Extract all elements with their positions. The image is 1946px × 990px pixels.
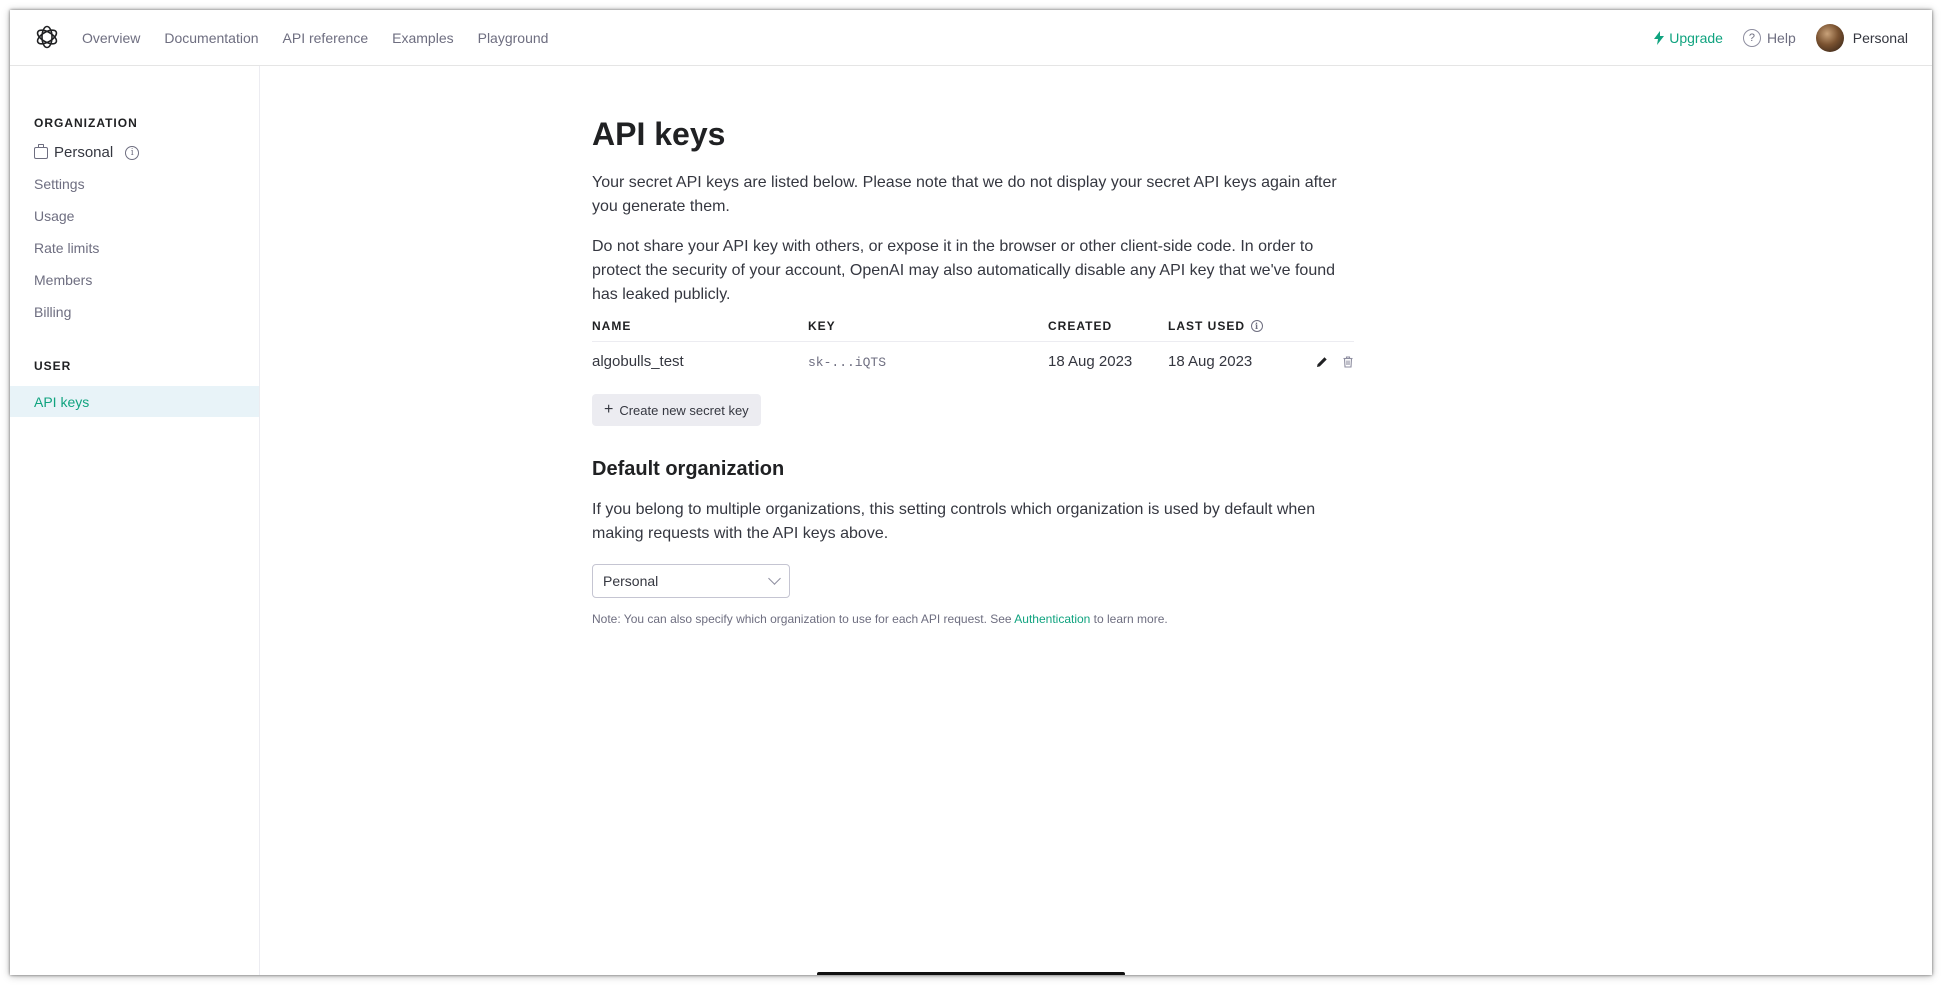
plus-icon: + (604, 401, 614, 418)
sidebar-item-usage[interactable]: Usage (34, 208, 74, 224)
table-divider (592, 341, 1354, 342)
scroll-indicator (817, 972, 1125, 975)
org-name-label: Personal (54, 144, 114, 161)
intro-paragraph-1: Your secret API keys are listed below. P… (592, 174, 1337, 215)
default-org-title: Default organization (592, 458, 785, 480)
note-suffix: to learn more. (1090, 612, 1168, 626)
nav-api-reference[interactable]: API reference (283, 30, 369, 46)
nav-examples[interactable]: Examples (392, 30, 453, 46)
info-icon[interactable]: i (125, 145, 140, 160)
default-org-description: If you belong to multiple organizations,… (592, 501, 1316, 542)
profile-menu[interactable]: Personal (1815, 23, 1908, 52)
trash-icon[interactable] (1341, 355, 1355, 369)
sidebar-item-rate-limits[interactable]: Rate limits (34, 240, 99, 256)
edit-icon[interactable] (1315, 355, 1329, 369)
question-icon: ? (1742, 28, 1761, 47)
create-secret-key-button[interactable]: + Create new secret key (592, 394, 761, 426)
primary-nav: Overview Documentation API reference Exa… (82, 10, 548, 65)
upgrade-link[interactable]: Upgrade (1654, 30, 1723, 46)
account-nav: Upgrade ? Help Personal (1654, 10, 1908, 65)
column-header-created: CREATED (1048, 319, 1113, 333)
default-org-value: Personal (603, 573, 659, 589)
lightning-icon (1654, 30, 1665, 45)
info-icon[interactable]: i (1251, 320, 1264, 332)
sidebar-item-label: API keys (34, 393, 90, 410)
openai-logo-icon[interactable] (34, 24, 60, 50)
create-secret-key-label: Create new secret key (619, 402, 749, 418)
key-last-used-cell: 18 Aug 2023 (1168, 353, 1253, 370)
note-text: Note: You can also specify which organiz… (592, 612, 1168, 626)
chevron-down-icon (768, 572, 781, 585)
sidebar-section-organization: ORGANIZATION (34, 116, 138, 130)
key-name-cell: algobulls_test (592, 353, 684, 370)
authentication-link[interactable]: Authentication (1014, 612, 1090, 626)
page-title: API keys (592, 116, 726, 152)
sidebar-item-members[interactable]: Members (34, 272, 92, 288)
nav-overview[interactable]: Overview (82, 30, 140, 46)
column-header-last-used-label: LAST USED (1168, 319, 1246, 333)
profile-label: Personal (1852, 29, 1908, 46)
column-header-last-used: LAST USED i (1168, 319, 1264, 333)
briefcase-icon (34, 143, 48, 159)
key-created-cell: 18 Aug 2023 (1048, 353, 1133, 370)
sidebar-section-user: USER (34, 359, 72, 373)
key-value-cell: sk-...iQTS (808, 355, 887, 370)
column-header-key: KEY (808, 319, 836, 333)
column-header-name: NAME (592, 319, 632, 333)
default-org-select[interactable]: Personal (592, 564, 790, 598)
top-nav: Overview Documentation API reference Exa… (10, 10, 1932, 66)
nav-playground[interactable]: Playground (478, 30, 549, 46)
upgrade-label: Upgrade (1669, 29, 1723, 46)
intro-paragraph-2: Do not share your API key with others, o… (592, 238, 1336, 303)
avatar (1815, 23, 1844, 52)
browser-window: Overview Documentation API reference Exa… (10, 10, 1932, 975)
sidebar-item-settings[interactable]: Settings (34, 176, 85, 192)
sidebar: ORGANIZATION Personal i Settings Usage R… (10, 66, 260, 975)
note-prefix: Note: You can also specify which organiz… (592, 612, 1015, 626)
nav-documentation[interactable]: Documentation (164, 30, 258, 46)
help-link[interactable]: ? Help (1742, 28, 1796, 47)
sidebar-item-billing[interactable]: Billing (34, 304, 71, 320)
sidebar-item-api-keys[interactable]: API keys (10, 386, 259, 417)
help-label: Help (1766, 29, 1796, 46)
org-selector[interactable]: Personal i (34, 143, 140, 161)
